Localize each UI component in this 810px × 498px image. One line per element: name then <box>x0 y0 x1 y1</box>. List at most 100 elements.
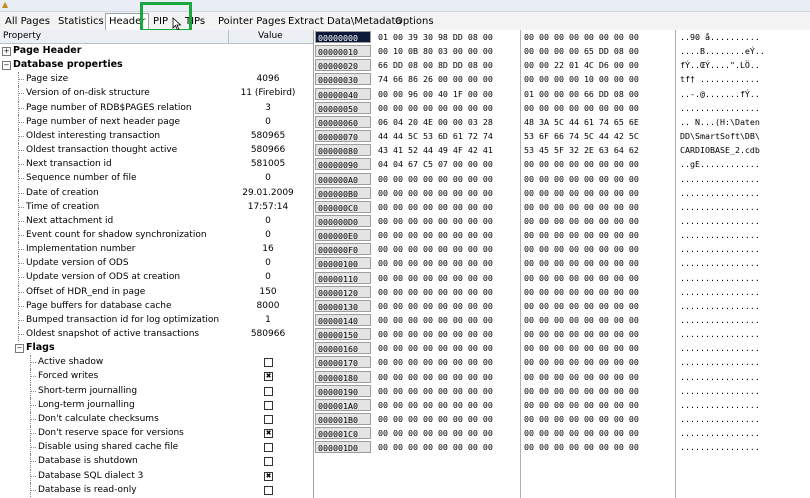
ascii-text[interactable]: ................ <box>680 313 760 327</box>
property-row[interactable]: Database SQL dialect 3 ✖ <box>0 468 313 483</box>
tab-statistics[interactable]: Statistics <box>55 14 107 29</box>
hex-offset[interactable]: 00000150 <box>315 328 371 341</box>
property-row[interactable]: Implementation number 16 <box>0 242 313 257</box>
hex-offset[interactable]: 00000160 <box>315 342 371 355</box>
hex-row[interactable]: 000001B0 00 00 00 00 00 00 00 00 00 00 00 … <box>314 412 810 426</box>
tree-section-row[interactable]: − Database properties <box>0 58 313 72</box>
hex-bytes-low[interactable]: 00 00 00 00 00 00 00 00 <box>378 370 493 384</box>
hex-offset[interactable]: 00000060 <box>315 115 371 128</box>
expand-icon[interactable]: + <box>2 47 11 56</box>
property-column-title[interactable]: Property <box>3 31 41 41</box>
hex-offset[interactable]: 00000020 <box>315 59 371 72</box>
hex-row[interactable]: 000000C0 00 00 00 00 00 00 00 00 00 00 00 … <box>314 200 810 214</box>
unchecked-checkbox[interactable] <box>264 457 273 467</box>
hex-bytes-low[interactable]: 00 00 00 00 00 00 00 00 <box>378 271 493 285</box>
hex-bytes-high[interactable]: 00 00 00 00 00 00 00 00 <box>524 186 639 200</box>
hex-bytes-high[interactable]: 00 00 00 00 00 00 00 00 <box>524 172 639 186</box>
hex-bytes-low[interactable]: 00 00 00 00 00 00 00 00 <box>378 172 493 186</box>
hex-offset[interactable]: 000000B0 <box>315 186 371 199</box>
tree-section-row[interactable]: + Page Header <box>0 44 313 58</box>
property-row[interactable]: Don't calculate checksums <box>0 411 313 426</box>
hex-bytes-high[interactable]: 00 00 00 00 00 00 00 00 <box>524 426 639 440</box>
property-row[interactable]: Page size 4096 <box>0 72 313 87</box>
hex-row[interactable]: 00000000 01 00 39 30 98 DD 08 00 00 00 00 … <box>314 30 810 44</box>
ascii-text[interactable]: ................ <box>680 172 760 186</box>
checked-checkbox[interactable]: ✖ <box>264 429 273 439</box>
hex-bytes-low[interactable]: 00 00 00 00 00 00 00 00 <box>378 355 493 369</box>
ascii-text[interactable]: ................ <box>680 440 760 454</box>
ascii-text[interactable]: tf† ............ <box>680 72 760 86</box>
checked-checkbox[interactable]: ✖ <box>264 372 273 382</box>
ascii-text[interactable]: ................ <box>680 214 760 228</box>
hex-bytes-high[interactable]: 00 00 00 00 00 00 00 00 <box>524 412 639 426</box>
checked-checkbox[interactable]: ✖ <box>264 471 273 481</box>
hex-bytes-low[interactable]: 00 00 00 00 00 00 00 00 <box>378 256 493 270</box>
property-row[interactable]: Oldest transaction thought active 580966 <box>0 143 313 158</box>
unchecked-checkbox[interactable] <box>264 414 273 424</box>
hex-offset[interactable]: 00000100 <box>315 257 371 270</box>
tab-options[interactable]: Options <box>392 14 437 29</box>
hex-bytes-low[interactable]: 00 00 00 00 00 00 00 00 <box>378 228 493 242</box>
hex-bytes-low[interactable]: 00 00 00 00 00 00 00 00 <box>378 242 493 256</box>
hex-row[interactable]: 000001A0 00 00 00 00 00 00 00 00 00 00 00 … <box>314 398 810 412</box>
property-row[interactable]: Database is shutdown <box>0 454 313 469</box>
hex-row[interactable]: 000000E0 00 00 00 00 00 00 00 00 00 00 00 … <box>314 228 810 242</box>
unchecked-checkbox[interactable] <box>264 400 273 410</box>
ascii-text[interactable]: .. N...(H:\Daten <box>680 115 760 129</box>
hex-bytes-low[interactable]: 00 00 00 00 00 00 00 00 <box>378 440 493 454</box>
tab-all-pages[interactable]: All Pages <box>2 14 53 29</box>
tab-tips[interactable]: TIPs <box>182 14 208 29</box>
hex-offset[interactable]: 000000C0 <box>315 200 371 213</box>
hex-bytes-high[interactable]: 00 00 00 00 00 00 00 00 <box>524 157 639 171</box>
hex-row[interactable]: 00000010 00 10 0B 80 03 00 00 00 00 00 00 … <box>314 44 810 58</box>
hex-offset[interactable]: 000001B0 <box>315 413 371 426</box>
hex-bytes-low[interactable]: 00 00 00 00 00 00 00 00 <box>378 412 493 426</box>
ascii-text[interactable]: ................ <box>680 101 760 115</box>
hex-offset[interactable]: 00000070 <box>315 130 371 143</box>
hex-bytes-low[interactable]: 06 04 20 4E 00 00 03 28 <box>378 115 493 129</box>
hex-bytes-high[interactable]: 00 00 00 00 00 00 00 00 <box>524 101 639 115</box>
property-row[interactable]: Event count for shadow synchronization 0 <box>0 227 313 242</box>
hex-bytes-low[interactable]: 00 00 00 00 00 00 00 00 <box>378 285 493 299</box>
unchecked-checkbox[interactable] <box>264 386 273 396</box>
ascii-text[interactable]: DD\SmartSoft\DB\ <box>680 129 760 143</box>
hex-offset[interactable]: 00000140 <box>315 314 371 326</box>
hex-bytes-low[interactable]: 66 DD 08 00 8D DD 08 00 <box>378 58 493 72</box>
ascii-text[interactable]: ................ <box>680 256 760 270</box>
hex-row[interactable]: 00000100 00 00 00 00 00 00 00 00 00 00 00 … <box>314 256 810 270</box>
hex-offset[interactable]: 00000050 <box>315 101 371 114</box>
ascii-text[interactable]: ................ <box>680 398 760 412</box>
unchecked-checkbox[interactable] <box>264 358 273 368</box>
hex-bytes-low[interactable]: 00 00 00 00 00 00 00 00 <box>378 186 493 200</box>
hex-bytes-high[interactable]: 00 00 00 00 65 DD 08 00 <box>524 44 639 58</box>
ascii-text[interactable]: ................ <box>680 228 760 242</box>
hex-offset[interactable]: 00000080 <box>315 144 371 157</box>
hex-row[interactable]: 000001C0 00 00 00 00 00 00 00 00 00 00 00 … <box>314 426 810 440</box>
tab-header[interactable]: Header <box>105 13 150 30</box>
property-row[interactable]: Next transaction id 581005 <box>0 157 313 172</box>
hex-offset[interactable]: 000001D0 <box>315 441 371 454</box>
hex-offset[interactable]: 00000170 <box>315 356 371 369</box>
tab-extract-data-metadata[interactable]: Extract Data\Metadata <box>285 14 405 29</box>
hex-bytes-low[interactable]: 74 66 86 26 00 00 00 00 <box>378 72 493 86</box>
hex-row[interactable]: 00000150 00 00 00 00 00 00 00 00 00 00 00 … <box>314 327 810 341</box>
hex-row[interactable]: 00000050 00 00 00 00 00 00 00 00 00 00 00 … <box>314 101 810 115</box>
hex-bytes-low[interactable]: 00 00 00 00 00 00 00 00 <box>378 384 493 398</box>
hex-row[interactable]: 00000120 00 00 00 00 00 00 00 00 00 00 00 … <box>314 285 810 299</box>
property-row[interactable]: Time of creation 17:57:14 <box>0 199 313 214</box>
hex-bytes-high[interactable]: 53 45 5F 32 2E 63 64 62 <box>524 143 639 157</box>
hex-bytes-high[interactable]: 01 00 00 00 66 DD 08 00 <box>524 87 639 101</box>
value-column-title[interactable]: Value <box>258 31 283 41</box>
hex-bytes-high[interactable]: 00 00 00 00 00 00 00 00 <box>524 440 639 454</box>
hex-offset[interactable]: 00000090 <box>315 158 371 171</box>
hex-bytes-high[interactable]: 00 00 22 01 4C D6 00 00 <box>524 58 639 72</box>
property-row[interactable]: Short-term journalling <box>0 383 313 398</box>
collapse-icon[interactable]: − <box>15 344 24 354</box>
hex-offset[interactable]: 000001C0 <box>315 427 371 440</box>
property-row[interactable]: Page number of next header page 0 <box>0 114 313 129</box>
hex-row[interactable]: 00000040 00 00 96 00 40 1F 00 00 01 00 00 … <box>314 87 810 101</box>
hex-offset[interactable]: 000000E0 <box>315 229 371 242</box>
hex-offset[interactable]: 00000130 <box>315 299 371 312</box>
unchecked-checkbox[interactable] <box>264 485 273 495</box>
hex-bytes-high[interactable]: 00 00 00 00 00 00 00 00 <box>524 355 639 369</box>
